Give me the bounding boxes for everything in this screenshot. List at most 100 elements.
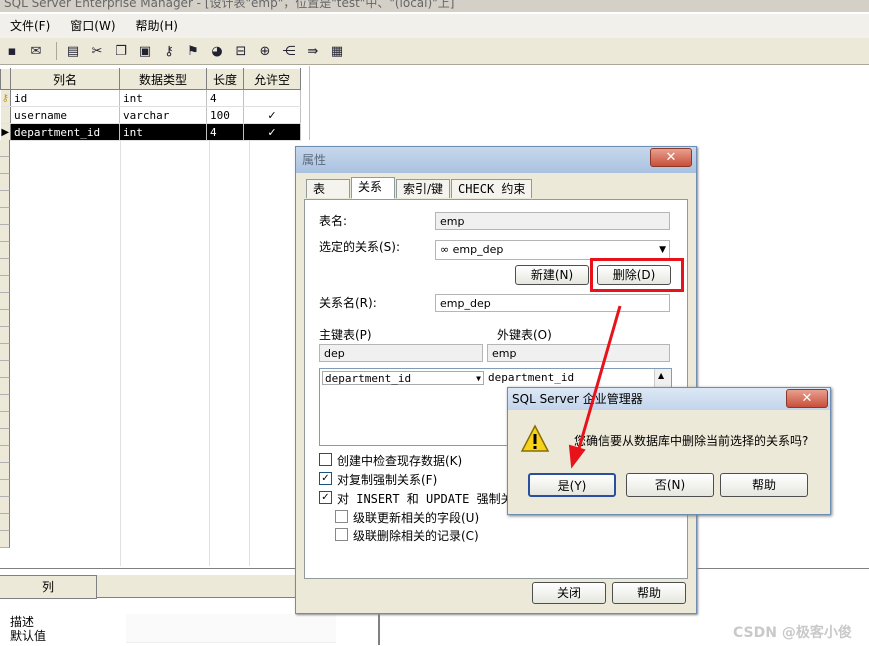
header-length[interactable]: 长度 <box>206 68 244 90</box>
foreign-key-table-label: 外键表(O) <box>497 328 552 342</box>
table-row-selected[interactable]: ▶ department_id int 4 ✓ <box>0 123 301 141</box>
enforce-insert-update-checkbox[interactable]: ✓ <box>319 491 332 504</box>
no-button[interactable]: 否(N) <box>626 473 714 497</box>
cascade-update-checkbox[interactable] <box>335 510 348 523</box>
empty-row-selector[interactable] <box>0 446 10 463</box>
empty-row-selector[interactable] <box>0 412 10 429</box>
generate-script-icon[interactable]: ▤ <box>63 41 83 61</box>
primary-key-icon: ⚷ <box>0 89 11 107</box>
prop-default-label: 默认值 <box>10 629 47 643</box>
empty-row-selector[interactable] <box>0 497 10 514</box>
selected-relationship-value: ∞ emp_dep <box>440 243 504 256</box>
empty-row-selector[interactable] <box>0 293 10 310</box>
fk-column-cell[interactable]: department_id <box>486 371 652 385</box>
empty-row-selector[interactable] <box>0 276 10 293</box>
tab-relationships[interactable]: 关系 <box>351 177 395 199</box>
check-existing-data-checkbox[interactable] <box>319 453 332 466</box>
pk-column-dropdown[interactable]: department_id ▼ <box>322 371 484 385</box>
empty-row-selector[interactable] <box>0 191 10 208</box>
tab-table[interactable]: 表 <box>306 179 350 198</box>
manage-constraints-icon[interactable]: ⊟ <box>231 41 251 61</box>
close-icon[interactable]: ✕ <box>650 148 692 167</box>
grid-column-line <box>249 140 250 566</box>
prop-default-value[interactable] <box>126 628 336 643</box>
properties-icon[interactable]: ✉ <box>26 41 46 61</box>
scroll-up-icon[interactable]: ▲ <box>658 371 664 380</box>
delete-column-icon[interactable]: ⋲ <box>279 41 299 61</box>
cell-allow-null[interactable] <box>243 89 301 107</box>
enforce-replication-checkbox[interactable]: ✓ <box>319 472 332 485</box>
confirm-dialog: SQL Server 企业管理器 ✕ 您确信要从数据库中删除当前选择的关系吗? … <box>507 387 831 515</box>
menu-file[interactable]: 文件(F) <box>0 14 60 38</box>
empty-row-selector[interactable] <box>0 157 10 174</box>
header-column-name[interactable]: 列名 <box>10 68 120 90</box>
design-grid: 列名 数据类型 长度 允许空 ⚷ id int 4 username varch… <box>0 66 311 566</box>
confirm-help-button[interactable]: 帮助 <box>720 473 808 497</box>
relationship-name-input[interactable]: emp_dep <box>435 294 670 312</box>
selected-relationship-dropdown[interactable]: ∞ emp_dep ▼ <box>435 240 670 260</box>
primary-key-icon[interactable]: ⚷ <box>159 41 179 61</box>
row-selector-header <box>0 68 11 90</box>
insert-column-icon[interactable]: ⊕ <box>255 41 275 61</box>
close-button[interactable]: 关闭 <box>532 582 606 604</box>
cell-data-type[interactable]: varchar <box>119 106 207 124</box>
empty-row-selector[interactable] <box>0 361 10 378</box>
prop-description-value[interactable] <box>126 614 336 629</box>
manage-triggers-icon[interactable]: ⇛ <box>303 41 323 61</box>
empty-row-selector[interactable] <box>0 463 10 480</box>
empty-row-selector[interactable] <box>0 225 10 242</box>
empty-row-selector[interactable] <box>0 531 10 548</box>
cascade-delete-checkbox[interactable] <box>335 528 348 541</box>
menu-window[interactable]: 窗口(W) <box>60 14 125 38</box>
empty-row-selector[interactable] <box>0 480 10 497</box>
empty-row-selector[interactable] <box>0 429 10 446</box>
save-icon[interactable]: ▪ <box>2 41 22 61</box>
new-button[interactable]: 新建(N) <box>515 265 589 285</box>
empty-row-selector[interactable] <box>0 344 10 361</box>
manage-indexes-icon[interactable]: ◕ <box>207 41 227 61</box>
table-row[interactable]: ⚷ id int 4 <box>0 89 301 107</box>
table-row[interactable]: username varchar 100 ✓ <box>0 106 301 124</box>
empty-row-selector[interactable] <box>0 514 10 531</box>
primary-key-table-field: dep <box>319 344 483 362</box>
cell-column-name[interactable]: username <box>10 106 120 124</box>
enforce-replication-label: 对复制强制关系(F) <box>337 473 438 487</box>
empty-row-selector[interactable] <box>0 208 10 225</box>
cell-column-name[interactable]: id <box>10 89 120 107</box>
tab-indexes-keys[interactable]: 索引/键 <box>396 179 451 198</box>
empty-row-selector[interactable] <box>0 140 10 157</box>
empty-row-selector[interactable] <box>0 242 10 259</box>
copy-icon[interactable]: ❐ <box>111 41 131 61</box>
cell-length[interactable]: 4 <box>206 123 244 141</box>
cell-length[interactable]: 100 <box>206 106 244 124</box>
header-data-type[interactable]: 数据类型 <box>119 68 207 90</box>
cell-length[interactable]: 4 <box>206 89 244 107</box>
empty-row-selector[interactable] <box>0 395 10 412</box>
empty-row-selector[interactable] <box>0 259 10 276</box>
cell-column-name[interactable]: department_id <box>10 123 120 141</box>
cut-icon[interactable]: ✂ <box>87 41 107 61</box>
properties-dialog: 属性 ✕ 表 关系 索引/键 CHECK 约束 表名: emp 选定的关系(S)… <box>295 146 697 614</box>
cell-data-type[interactable]: int <box>119 89 207 107</box>
yes-button[interactable]: 是(Y) <box>528 473 616 497</box>
chevron-down-icon[interactable]: ▼ <box>659 241 666 259</box>
header-allow-null[interactable]: 允许空 <box>243 68 301 90</box>
paste-icon[interactable]: ▣ <box>135 41 155 61</box>
help-button[interactable]: 帮助 <box>612 582 686 604</box>
tab-columns[interactable]: 列 <box>0 575 97 599</box>
cell-allow-null[interactable]: ✓ <box>243 123 301 141</box>
row-selector[interactable] <box>0 106 11 124</box>
cell-data-type[interactable]: int <box>119 123 207 141</box>
menu-help[interactable]: 帮助(H) <box>126 14 188 38</box>
tab-check-constraints[interactable]: CHECK 约束 <box>451 179 533 198</box>
toolbar-separator <box>56 42 57 60</box>
chevron-down-icon[interactable]: ▼ <box>476 372 481 386</box>
empty-row-selector[interactable] <box>0 174 10 191</box>
empty-row-selector[interactable] <box>0 327 10 344</box>
manage-relationships-icon[interactable]: ⚑ <box>183 41 203 61</box>
cell-allow-null[interactable]: ✓ <box>243 106 301 124</box>
table-grid-icon[interactable]: ▦ <box>327 41 347 61</box>
empty-row-selector[interactable] <box>0 378 10 395</box>
empty-row-selector[interactable] <box>0 310 10 327</box>
close-icon[interactable]: ✕ <box>786 389 828 408</box>
